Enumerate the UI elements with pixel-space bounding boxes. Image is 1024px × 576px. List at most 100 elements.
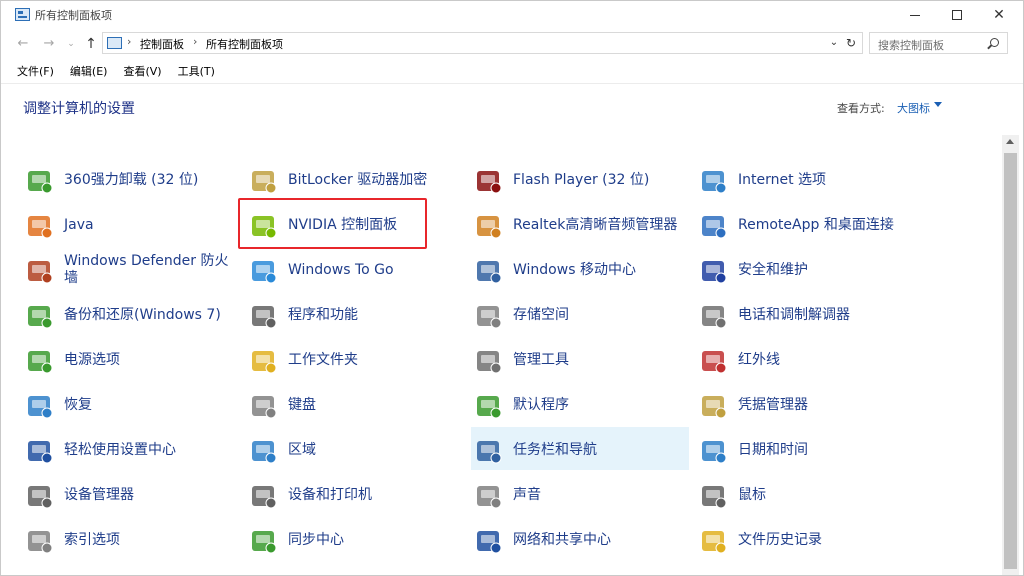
control-panel-item[interactable]: 网络和共享中心 bbox=[474, 520, 689, 560]
control-panel-item-label: 360强力卸载 (32 位) bbox=[64, 171, 199, 188]
control-panel-item-label: 凭据管理器 bbox=[738, 396, 808, 413]
control-panel-item[interactable]: 日期和时间 bbox=[699, 430, 914, 470]
breadcrumb-control-panel[interactable]: 控制面板 bbox=[140, 36, 184, 52]
control-panel-item-label: Windows 移动中心 bbox=[513, 261, 636, 278]
control-panel-icon bbox=[15, 8, 30, 21]
default-programs-icon bbox=[474, 391, 504, 421]
refresh-button[interactable]: ↻ bbox=[843, 34, 859, 52]
uninstall-box-icon bbox=[25, 166, 55, 196]
address-control-panel-icon bbox=[107, 37, 122, 49]
menu-file[interactable]: 文件(F) bbox=[9, 61, 62, 81]
control-panel-item[interactable]: 电话和调制解调器 bbox=[699, 295, 914, 335]
menu-divider bbox=[1, 83, 1023, 84]
control-panel-item[interactable]: Windows 移动中心 bbox=[474, 250, 689, 290]
control-panel-item[interactable]: 恢复 bbox=[25, 385, 240, 425]
minimize-icon bbox=[910, 14, 920, 16]
control-panel-item[interactable]: 同步中心 bbox=[249, 520, 464, 560]
realtek-audio-icon bbox=[474, 211, 504, 241]
region-globe-icon bbox=[249, 436, 279, 466]
control-panel-item[interactable]: 键盘 bbox=[249, 385, 464, 425]
work-folders-icon bbox=[249, 346, 279, 376]
control-panel-item-label: 轻松使用设置中心 bbox=[64, 441, 176, 458]
control-panel-item[interactable]: 备份和还原(Windows 7) bbox=[25, 295, 240, 335]
control-panel-item-label: RemoteApp 和桌面连接 bbox=[738, 216, 894, 233]
control-panel-item[interactable]: Internet 选项 bbox=[699, 160, 914, 200]
indexing-options-icon bbox=[25, 526, 55, 556]
control-panel-item[interactable]: 存储空间 bbox=[474, 295, 689, 335]
control-panel-item-label: 红外线 bbox=[738, 351, 780, 368]
control-panel-item-label: 同步中心 bbox=[288, 531, 344, 548]
search-input[interactable]: 搜索控制面板 bbox=[878, 37, 944, 53]
java-cup-icon bbox=[25, 211, 55, 241]
control-panel-item[interactable]: 声音 bbox=[474, 475, 689, 515]
control-panel-item-label: 设备管理器 bbox=[64, 486, 134, 503]
control-panel-item[interactable]: NVIDIA 控制面板 bbox=[249, 205, 464, 245]
control-panel-item[interactable]: 轻松使用设置中心 bbox=[25, 430, 240, 470]
ease-of-access-icon bbox=[25, 436, 55, 466]
control-panel-item[interactable]: Realtek高清晰音频管理器 bbox=[474, 205, 689, 245]
control-panel-item[interactable]: Windows To Go bbox=[249, 250, 464, 290]
address-bar[interactable]: › 控制面板 › 所有控制面板项 bbox=[102, 32, 863, 54]
control-panel-item[interactable]: 设备和打印机 bbox=[249, 475, 464, 515]
breadcrumb-all-items[interactable]: 所有控制面板项 bbox=[206, 36, 283, 52]
control-panel-item-label: Java bbox=[64, 216, 94, 233]
control-panel-item[interactable]: 凭据管理器 bbox=[699, 385, 914, 425]
control-panel-item[interactable]: 区域 bbox=[249, 430, 464, 470]
control-panel-item-label: 键盘 bbox=[288, 396, 316, 413]
control-panel-item-label: 工作文件夹 bbox=[288, 351, 358, 368]
control-panel-item[interactable]: 红外线 bbox=[699, 340, 914, 380]
control-panel-item-label: 默认程序 bbox=[513, 396, 569, 413]
control-panel-item[interactable]: 程序和功能 bbox=[249, 295, 464, 335]
control-panel-item[interactable]: BitLocker 驱动器加密 bbox=[249, 160, 464, 200]
control-panel-item-label: 区域 bbox=[288, 441, 316, 458]
control-panel-item[interactable]: 管理工具 bbox=[474, 340, 689, 380]
windows-to-go-icon bbox=[249, 256, 279, 286]
control-panel-item[interactable]: 鼠标 bbox=[699, 475, 914, 515]
control-panel-item-label: 索引选项 bbox=[64, 531, 120, 548]
control-panel-item[interactable]: 设备管理器 bbox=[25, 475, 240, 515]
recent-locations-button[interactable]: ⌄ bbox=[63, 34, 79, 54]
control-panel-item[interactable]: 文件历史记录 bbox=[699, 520, 914, 560]
credential-manager-icon bbox=[699, 391, 729, 421]
forward-button[interactable]: → bbox=[41, 34, 57, 54]
up-button[interactable]: ↑ bbox=[83, 34, 99, 54]
close-button[interactable]: ✕ bbox=[977, 1, 1021, 29]
view-by-dropdown[interactable]: 大图标 bbox=[897, 100, 930, 116]
view-by-label: 查看方式: bbox=[837, 102, 885, 115]
control-panel-item[interactable]: 360强力卸载 (32 位) bbox=[25, 160, 240, 200]
control-panel-item[interactable]: Java bbox=[25, 205, 240, 245]
phone-modem-icon bbox=[699, 301, 729, 331]
control-panel-item[interactable]: 任务栏和导航 bbox=[474, 430, 689, 470]
control-panel-item[interactable]: Flash Player (32 位) bbox=[474, 160, 689, 200]
date-time-icon bbox=[699, 436, 729, 466]
control-panel-item-label: 程序和功能 bbox=[288, 306, 358, 323]
scrollbar-thumb[interactable] bbox=[1004, 153, 1017, 569]
caret-down-icon[interactable] bbox=[934, 102, 942, 107]
menu-view[interactable]: 查看(V) bbox=[115, 61, 169, 81]
menu-bar: 文件(F) 编辑(E) 查看(V) 工具(T) bbox=[9, 61, 223, 81]
address-dropdown-button[interactable]: ⌄ bbox=[827, 34, 841, 52]
control-panel-item[interactable]: 默认程序 bbox=[474, 385, 689, 425]
menu-edit[interactable]: 编辑(E) bbox=[62, 61, 116, 81]
control-panel-item[interactable]: RemoteApp 和桌面连接 bbox=[699, 205, 914, 245]
search-box[interactable]: 搜索控制面板 bbox=[869, 32, 1008, 54]
programs-features-icon bbox=[249, 301, 279, 331]
taskbar-navigation-icon bbox=[474, 436, 504, 466]
search-icon[interactable] bbox=[990, 38, 999, 47]
mouse-icon bbox=[699, 481, 729, 511]
mobility-center-icon bbox=[474, 256, 504, 286]
control-panel-item[interactable]: 工作文件夹 bbox=[249, 340, 464, 380]
window-title: 所有控制面板项 bbox=[35, 9, 112, 22]
control-panel-item[interactable]: 安全和维护 bbox=[699, 250, 914, 290]
control-panel-window: 所有控制面板项 ✕ ← → ⌄ ↑ › 控制面板 › 所有控制面板项 ⌄ ↻ 搜… bbox=[0, 0, 1024, 576]
minimize-button[interactable] bbox=[893, 1, 937, 29]
scroll-up-arrow-icon[interactable] bbox=[1006, 139, 1014, 144]
control-panel-item-label: Flash Player (32 位) bbox=[513, 171, 650, 188]
back-button[interactable]: ← bbox=[15, 34, 31, 54]
control-panel-item[interactable]: 电源选项 bbox=[25, 340, 240, 380]
menu-tools[interactable]: 工具(T) bbox=[170, 61, 223, 81]
control-panel-item[interactable]: Windows Defender 防火墙 bbox=[25, 250, 240, 290]
control-panel-item[interactable]: 索引选项 bbox=[25, 520, 240, 560]
maximize-button[interactable] bbox=[935, 1, 979, 29]
firewall-icon bbox=[25, 256, 55, 286]
